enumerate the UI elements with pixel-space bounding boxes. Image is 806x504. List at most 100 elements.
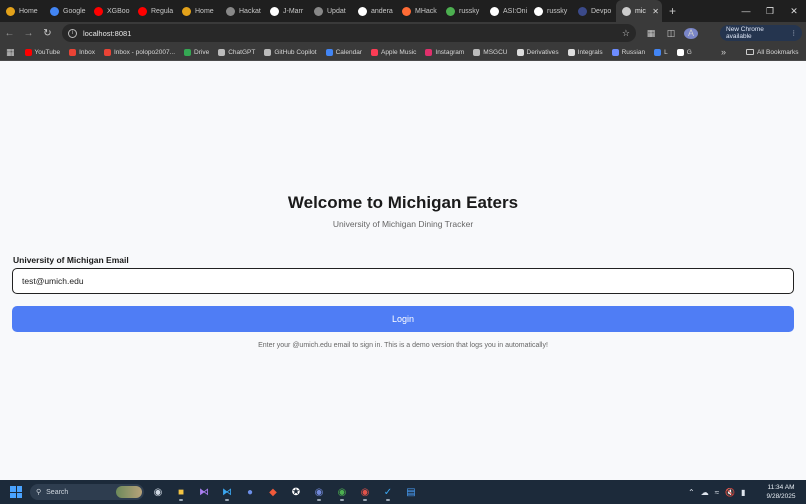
battery-icon[interactable]: ▮ [741,488,745,497]
profile-avatar[interactable]: A [684,27,698,39]
chrome-update-button[interactable]: New Chrome available ⋮ [720,25,802,41]
notepad-icon[interactable]: ▤ [403,483,419,501]
browser-tab[interactable]: Home [0,0,44,22]
bookmark-item[interactable]: Russian [611,48,646,56]
all-bookmarks-label: All Bookmarks [757,48,799,56]
browser-tab[interactable]: MHack [396,0,440,22]
tab-label: Home [19,7,38,15]
minimize-icon[interactable]: — [734,0,758,22]
login-page: Welcome to Michigan Eaters University of… [0,62,806,480]
bookmark-label: Russian [621,48,646,56]
kebab-menu-icon: ⋮ [790,30,798,37]
tab-label: XGBoo [107,7,130,15]
bookmark-label: Drive [194,48,210,56]
bookmark-item[interactable]: GitHub Copilot [264,48,317,56]
clock-date: 9/28/2025 [766,493,796,500]
bookmark-item[interactable]: Inbox - polopo2007... [103,48,175,56]
chrome-profile-icon[interactable]: ◉ [357,483,373,501]
back-arrow-icon[interactable]: ← [0,22,19,44]
discord-icon[interactable]: ◉ [311,483,327,501]
address-url: localhost:8081 [83,28,132,38]
tab-label: J-Marr [283,7,304,15]
file-explorer-icon[interactable]: ■ [173,483,189,501]
reload-icon[interactable]: ↻ [38,22,57,44]
bookmark-item[interactable]: YouTube [24,48,60,56]
bookmark-item[interactable]: MSGCU [473,48,508,56]
taskbar-clock[interactable]: 11:34 AM 9/28/2025 [762,483,800,501]
bookmark-item[interactable]: Derivatives [516,48,559,56]
browser-tab[interactable]: Google [44,0,88,22]
tab-favicon-icon [578,6,587,16]
tray-chevron-icon[interactable]: ⌃ [688,488,695,497]
tab-label: MHack [415,7,437,15]
cloud-icon[interactable]: ☁ [701,488,709,497]
bookmark-label: G [686,48,692,56]
browser-tab[interactable]: russky [440,0,484,22]
tab-label: mic [635,7,646,15]
vscode-icon[interactable]: ⧑ [219,483,235,501]
bookmark-item[interactable]: Integrals [567,48,603,56]
tab-favicon-icon [270,6,279,16]
bookmark-item[interactable]: L [654,48,668,56]
bookmark-item[interactable]: G [676,48,692,56]
browser-tab[interactable]: XGBoo [88,0,132,22]
bookmark-favicon-icon [425,48,433,56]
tab-favicon-icon [446,6,455,16]
bookmark-favicon-icon [184,48,192,56]
steam-icon[interactable]: ◉ [150,483,166,501]
bookmark-item[interactable]: Calendar [325,48,362,56]
browser-tab[interactable]: J-Marr [264,0,308,22]
bookmark-label: Apple Music [380,48,417,56]
app-circle-icon[interactable]: ● [242,483,258,501]
login-hint: Enter your @umich.edu email to sign in. … [258,342,548,349]
bookmark-favicon-icon [325,48,333,56]
email-input[interactable] [12,268,794,294]
browser-tab[interactable]: Home [176,0,220,22]
bookmark-star-icon[interactable]: ☆ [622,28,630,39]
page-title: Welcome to Michigan Eaters [287,193,519,212]
vscode-insiders-icon[interactable]: ✓ [380,483,396,501]
browser-tab[interactable]: andera [352,0,396,22]
browser-tab[interactable]: Devpo [572,0,616,22]
taskbar-search[interactable]: ⚲ Search [30,484,144,500]
more-bookmarks-icon[interactable]: » [721,47,726,57]
extensions-icon[interactable]: ▦ [644,28,658,39]
tab-label: ASI:Oni [503,7,528,15]
visual-studio-icon[interactable]: ⧑ [196,483,212,501]
site-info-icon[interactable]: i [68,28,77,38]
apps-grid-icon[interactable]: ▦ [6,47,15,58]
browser-tab[interactable]: Updat [308,0,352,22]
new-tab-button[interactable]: + [662,4,682,18]
all-bookmarks-button[interactable]: All Bookmarks [746,49,799,56]
bookmark-favicon-icon [24,48,32,56]
windows-start-icon[interactable] [10,486,22,498]
browser-tab[interactable]: Regula [132,0,176,22]
restore-icon[interactable]: ❐ [758,0,782,22]
folder-icon [746,49,754,55]
bookmark-item[interactable]: Instagram [425,48,464,56]
git-icon[interactable]: ◆ [265,483,281,501]
tab-favicon-icon [402,6,411,16]
bookmark-item[interactable]: Inbox [69,48,95,56]
browser-tab[interactable]: ASI:Oni [484,0,528,22]
mute-icon[interactable]: 🔇 [725,488,735,497]
forward-arrow-icon[interactable]: → [19,22,38,44]
address-bar[interactable]: i localhost:8081 ☆ [62,24,636,42]
tab-active[interactable]: mic ✕ [616,0,662,22]
wifi-icon[interactable]: ≈ [715,488,719,497]
browser-tab[interactable]: Hackat [220,0,264,22]
login-button[interactable]: Login [12,306,794,332]
bookmark-item[interactable]: Apple Music [370,48,417,56]
close-window-icon[interactable]: ✕ [782,0,806,22]
bookmark-item[interactable]: Drive [184,48,210,56]
tab-close-icon[interactable]: ✕ [652,7,659,16]
chrome-icon[interactable]: ◉ [334,483,350,501]
bookmark-label: ChatGPT [228,48,256,56]
side-panel-icon[interactable]: ◫ [664,28,678,39]
slack-icon[interactable]: ✪ [288,483,304,501]
bookmark-label: Inbox [79,48,95,56]
bookmark-item[interactable]: ChatGPT [218,48,256,56]
browser-tab[interactable]: russky [528,0,572,22]
bookmark-favicon-icon [654,48,662,56]
tab-favicon-icon [50,6,59,16]
